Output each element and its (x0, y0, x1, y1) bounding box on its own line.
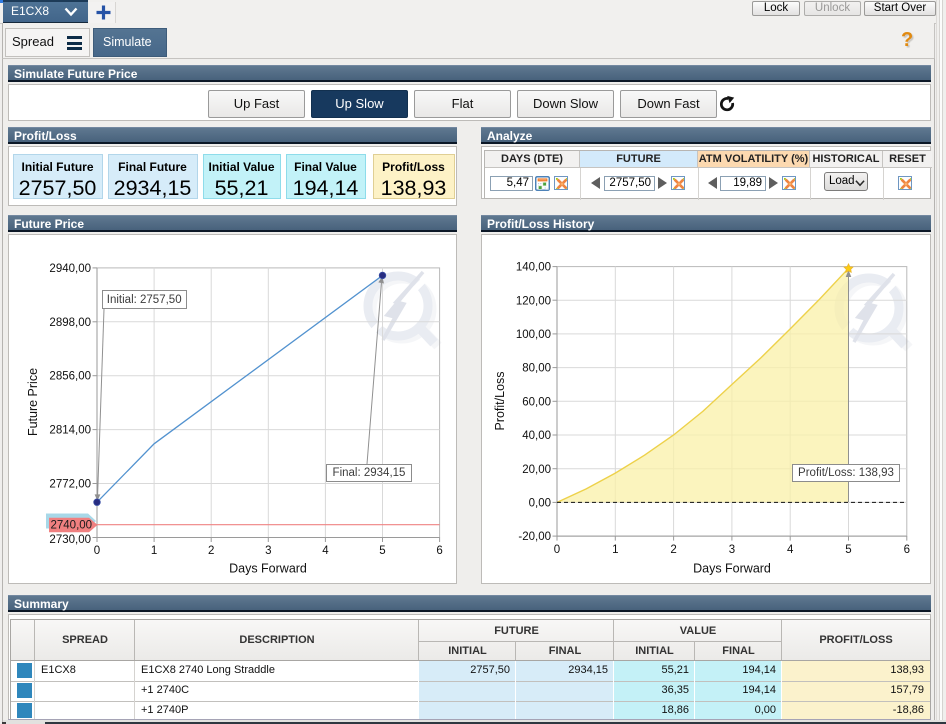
svg-text:6: 6 (904, 544, 910, 556)
svg-text:2772,00: 2772,00 (49, 479, 91, 491)
svg-text:120,00: 120,00 (516, 295, 551, 307)
svg-text:2730,00: 2730,00 (49, 534, 91, 546)
svg-text:2814,00: 2814,00 (49, 425, 91, 437)
svg-text:2: 2 (208, 545, 214, 557)
svg-text:40,00: 40,00 (522, 430, 551, 442)
svg-text:2740,00: 2740,00 (51, 520, 93, 532)
svg-text:Days Forward: Days Forward (229, 562, 307, 576)
svg-text:80,00: 80,00 (522, 363, 551, 375)
svg-text:4: 4 (322, 545, 329, 557)
svg-text:1: 1 (151, 545, 157, 557)
svg-text:Days Forward: Days Forward (693, 562, 771, 576)
svg-text:60,00: 60,00 (522, 396, 551, 408)
svg-text:2940,00: 2940,00 (49, 263, 91, 275)
svg-text:4: 4 (787, 544, 794, 556)
svg-text:100,00: 100,00 (516, 329, 551, 341)
svg-text:20,00: 20,00 (522, 464, 551, 476)
svg-text:0: 0 (94, 545, 100, 557)
svg-text:2: 2 (670, 544, 676, 556)
svg-text:3: 3 (265, 545, 271, 557)
svg-text:3: 3 (729, 544, 735, 556)
svg-text:6: 6 (436, 545, 442, 557)
svg-text:Future Price: Future Price (26, 368, 40, 436)
svg-text:Profit/Loss: Profit/Loss (493, 371, 507, 430)
svg-text:0: 0 (554, 544, 560, 556)
svg-text:0,00: 0,00 (529, 498, 551, 510)
svg-text:140,00: 140,00 (516, 262, 551, 274)
svg-text:2856,00: 2856,00 (49, 371, 91, 383)
svg-text:1: 1 (612, 544, 618, 556)
svg-text:5: 5 (379, 545, 385, 557)
svg-text:2898,00: 2898,00 (49, 317, 91, 329)
svg-text:5: 5 (845, 544, 851, 556)
svg-text:-20,00: -20,00 (518, 531, 551, 543)
